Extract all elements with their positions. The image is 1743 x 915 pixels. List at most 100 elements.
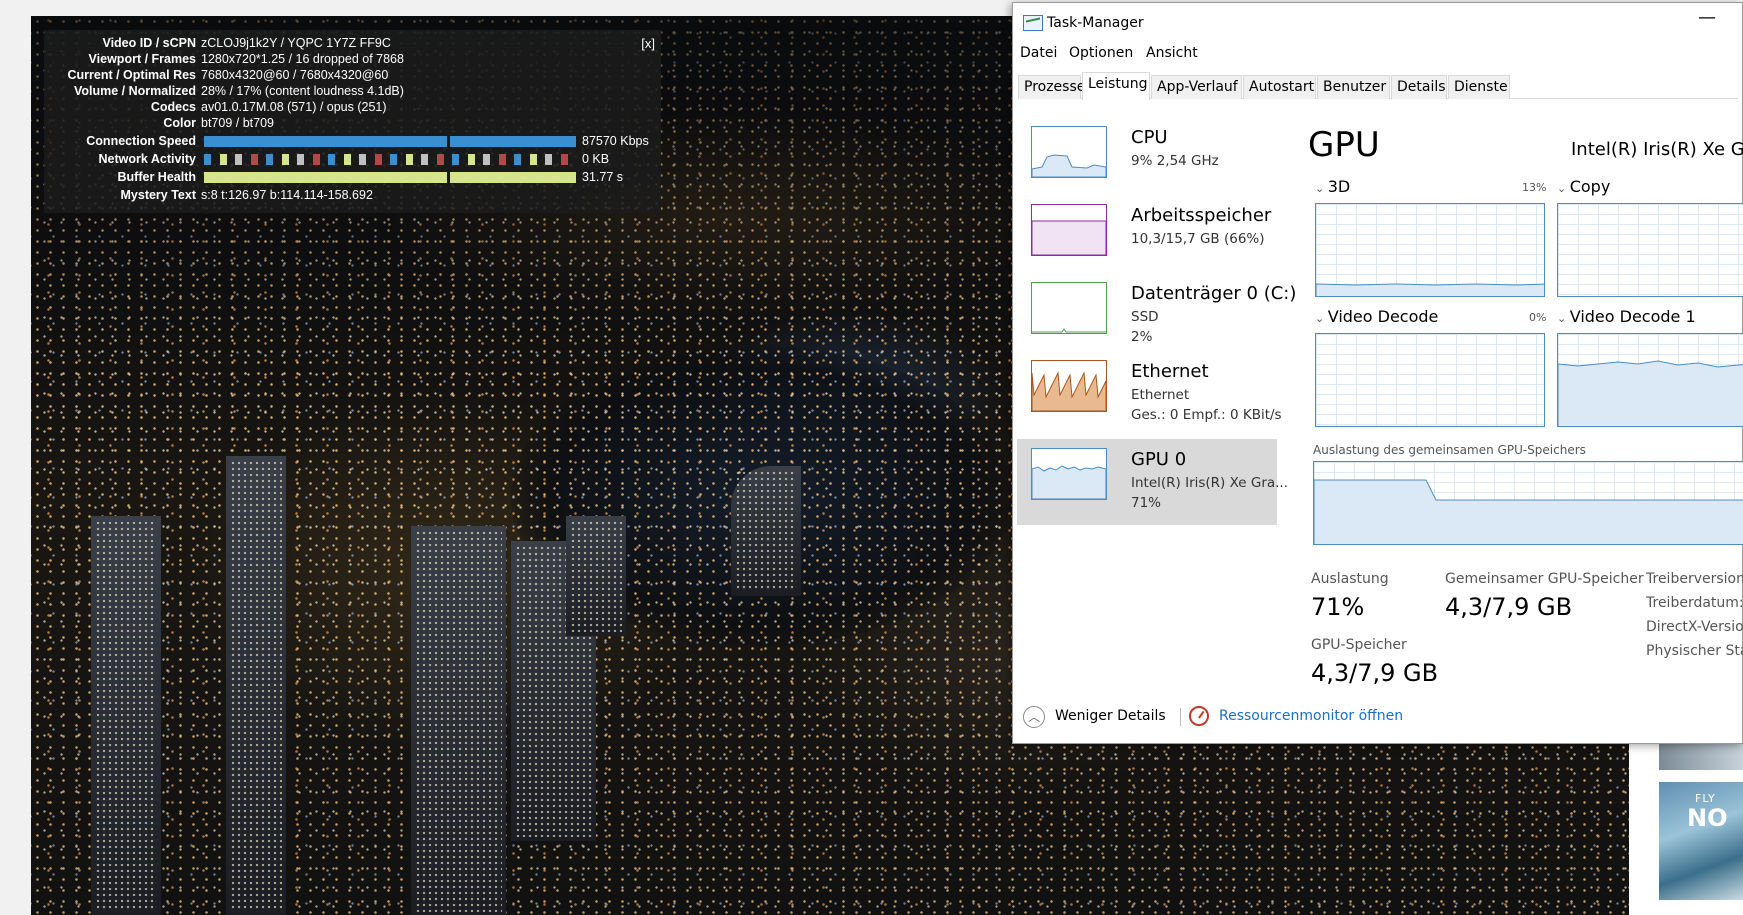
chevron-down-icon: ⌄ (1557, 312, 1570, 325)
cpu-sparkline (1031, 126, 1107, 178)
window-title: Task-Manager (1047, 15, 1144, 31)
network-activity-bar (204, 154, 576, 165)
menu-optionen[interactable]: Optionen (1069, 45, 1133, 61)
tab-app-verlauf[interactable]: App-Verlauf (1151, 75, 1242, 99)
menu-ansicht[interactable]: Ansicht (1146, 45, 1198, 61)
network-activity-segment (436, 154, 444, 165)
tab-leistung[interactable]: Leistung (1082, 72, 1150, 100)
network-activity-segment (498, 154, 506, 165)
network-activity-segment (560, 154, 568, 165)
stats-row: Volume / Normalized 28% / 17% (content l… (44, 83, 661, 100)
engine-video-decode-1-label[interactable]: ⌄ Video Decode 1 (1557, 307, 1696, 326)
stats-value: bt709 / bt709 (201, 116, 274, 130)
resource-name: Arbeitsspeicher (1131, 205, 1272, 226)
open-resource-monitor-link[interactable]: Ressourcenmonitor öffnen (1219, 708, 1403, 724)
task-manager-window: Task-Manager — Datei Optionen Ansicht Pr… (1012, 2, 1743, 744)
engine-3d-label[interactable]: ⌄ 3D (1315, 177, 1350, 196)
stats-label: Network Activity (98, 152, 196, 166)
stats-label: Mystery Text (120, 188, 197, 202)
chevron-up-icon[interactable]: ︿ (1023, 706, 1045, 728)
title-bar[interactable]: Task-Manager — (1013, 3, 1742, 43)
stats-label: Buffer Health (117, 170, 196, 184)
gpu-heading: GPU (1308, 125, 1380, 165)
network-activity-segment (359, 154, 366, 165)
driver-version-label: Treiberversion: (1646, 571, 1743, 587)
resource-list: CPU 9% 2,54 GHz Arbeitsspeicher 10,3/15,… (1017, 117, 1296, 707)
stats-row: Mystery Text s:8 t:126.97 b:114.114-158.… (44, 187, 661, 204)
tab-bar: Prozesse Leistung App-Verlauf Autostart … (1018, 72, 1738, 100)
physical-location-label: Physischer Star (1646, 643, 1743, 659)
stats-value: 7680x4320@60 / 7680x4320@60 (201, 68, 389, 82)
tab-details[interactable]: Details (1391, 75, 1447, 99)
stats-for-nerds-panel: [x] Video ID / sCPN zCLOJ9j1k2Y / YQPC 1… (44, 30, 661, 213)
resource-item-cpu[interactable]: CPU 9% 2,54 GHz (1017, 117, 1277, 203)
hotel-tower (731, 466, 801, 596)
network-activity-segment (545, 154, 552, 165)
tab-prozesse[interactable]: Prozesse (1018, 75, 1085, 99)
engine-copy-label[interactable]: ⌄ Copy (1557, 177, 1610, 196)
network-activity-segment (297, 154, 304, 165)
chevron-down-icon: ⌄ (1557, 182, 1570, 195)
resource-detail: 9% 2,54 GHz (1131, 153, 1219, 169)
stats-label: Color (163, 116, 196, 130)
stats-label: Connection Speed (86, 134, 196, 148)
tab-benutzer[interactable]: Benutzer (1317, 75, 1390, 99)
menu-datei[interactable]: Datei (1020, 45, 1057, 61)
resource-item-gpu[interactable]: GPU 0 Intel(R) Iris(R) Xe Gra... 71% (1017, 439, 1288, 525)
utilization-value: 71% (1311, 593, 1365, 621)
skyscraper (411, 526, 506, 915)
resource-item-ethernet[interactable]: Ethernet Ethernet Ges.: 0 Empf.: 0 KBit/… (1017, 351, 1282, 437)
resource-name: Datenträger 0 (C:) (1131, 283, 1297, 304)
stats-row: Current / Optimal Res 7680x4320@60 / 768… (44, 67, 661, 84)
video-thumbnail[interactable] (1659, 742, 1743, 770)
video-thumbnail[interactable]: FLY NO (1659, 782, 1743, 900)
engine-label-text: Video Decode (1327, 307, 1439, 326)
ethernet-sparkline (1031, 360, 1107, 412)
stats-value: av01.0.17M.08 (571) / opus (251) (201, 100, 387, 114)
resource-detail: 2% (1131, 329, 1153, 345)
tab-autostart[interactable]: Autostart (1243, 75, 1316, 99)
buffer-health-bar (204, 172, 576, 183)
network-activity-segment (421, 154, 428, 165)
resource-item-disk[interactable]: Datenträger 0 (C:) SSD 2% (1017, 273, 1296, 359)
fewer-details-button[interactable]: Weniger Details (1055, 708, 1166, 724)
utilization-label: Auslastung (1311, 571, 1389, 587)
stats-value: zCLOJ9j1k2Y / YQPC 1Y7Z FF9C (201, 36, 391, 50)
directx-version-label: DirectX-Version (1646, 619, 1743, 635)
tab-dienste[interactable]: Dienste (1448, 75, 1510, 99)
resource-name: GPU 0 (1131, 449, 1187, 470)
gpu-memory-value: 4,3/7,9 GB (1311, 659, 1439, 687)
stats-value: 1280x720*1.25 / 16 dropped of 7868 (201, 52, 404, 66)
engine-label-text: 3D (1327, 177, 1351, 196)
resource-detail: 10,3/15,7 GB (66%) (1131, 231, 1265, 247)
network-activity-row: Network Activity 0 KB (44, 151, 661, 168)
chevron-down-icon: ⌄ (1315, 182, 1328, 195)
engine-label-text: Copy (1569, 177, 1611, 196)
resource-detail: Ethernet (1131, 387, 1190, 403)
network-activity-segment (204, 154, 211, 165)
engine-copy-graph (1557, 203, 1743, 297)
network-activity-segment (483, 154, 490, 165)
memory-sparkline (1031, 204, 1107, 256)
buffer-health-row: Buffer Health 31.77 s (44, 169, 661, 186)
engine-3d-graph (1315, 203, 1545, 297)
engine-label-text: Video Decode 1 (1569, 307, 1696, 326)
resource-monitor-icon[interactable] (1189, 706, 1209, 726)
network-activity-segment (390, 154, 397, 165)
thumbnail-text: NO (1687, 804, 1728, 832)
network-activity-segment (235, 154, 242, 165)
gpu-sparkline (1031, 448, 1107, 500)
network-activity-segment (250, 154, 258, 165)
resource-detail: SSD (1131, 309, 1159, 325)
gpu-memory-label: GPU-Speicher (1311, 637, 1407, 653)
resource-item-memory[interactable]: Arbeitsspeicher 10,3/15,7 GB (66%) (1017, 195, 1277, 281)
engine-video-decode-graph (1315, 333, 1545, 427)
engine-video-decode-1-graph (1557, 333, 1743, 427)
resource-name: Ethernet (1131, 361, 1209, 382)
minimize-button[interactable]: — (1698, 7, 1716, 28)
skyscraper (566, 516, 626, 636)
engine-video-decode-label[interactable]: ⌄ Video Decode (1315, 307, 1438, 326)
stats-label: Codecs (150, 100, 196, 114)
stats-label: Video ID / sCPN (102, 36, 196, 50)
connection-speed-row: Connection Speed 87570 Kbps (44, 133, 661, 150)
